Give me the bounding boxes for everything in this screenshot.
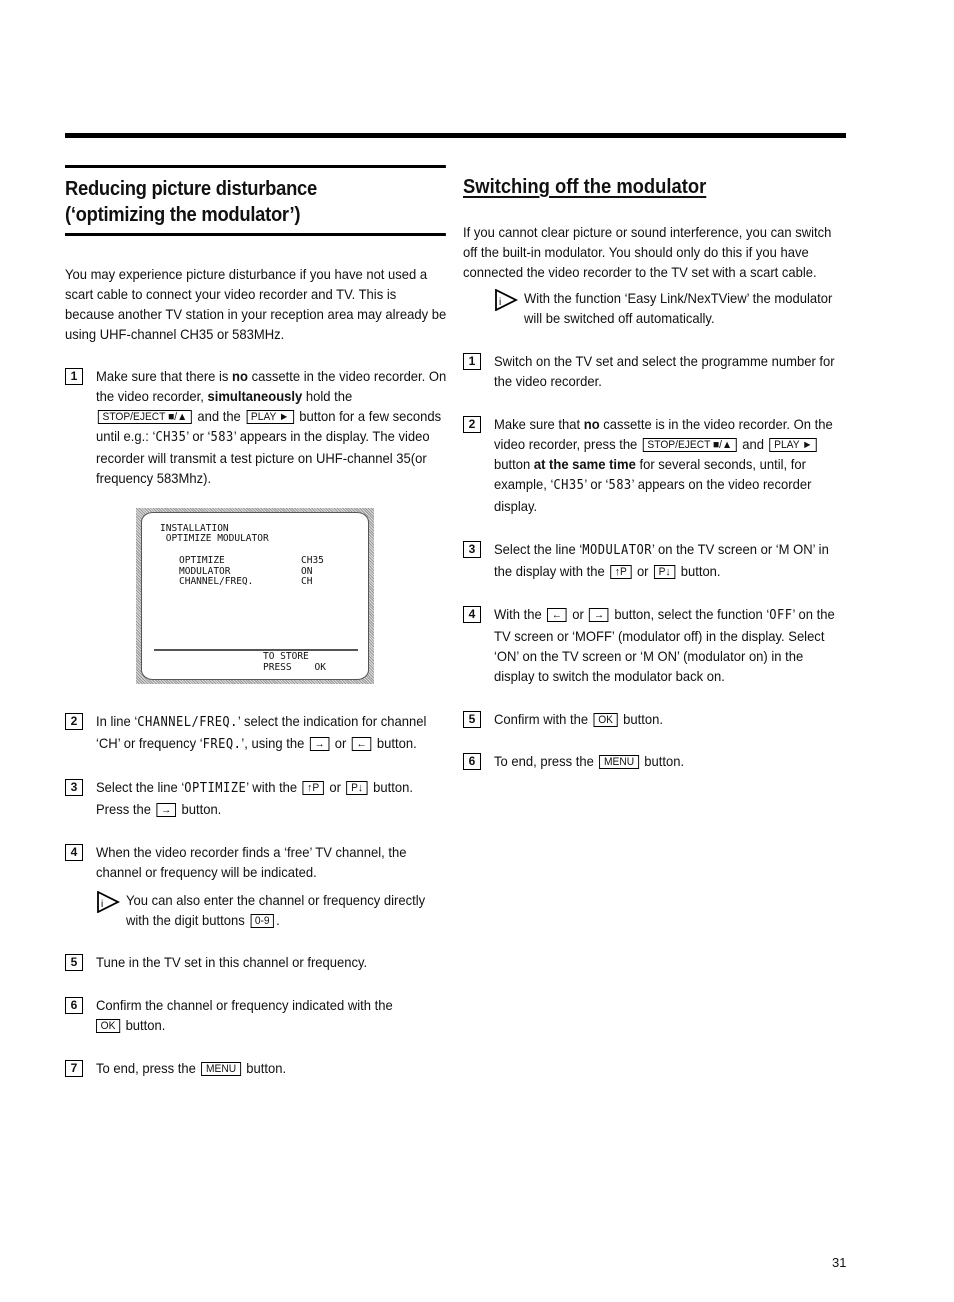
menu-key: MENU — [201, 1062, 241, 1076]
screen-subtitle: OPTIMIZE MODULATOR — [160, 533, 269, 544]
step-number: 3 — [65, 779, 83, 796]
step-number: 7 — [65, 1060, 83, 1077]
svg-text:i: i — [499, 297, 501, 308]
step-4: 4 With the ← or → button, select the fun… — [463, 604, 846, 686]
section-heading: Reducing picture disturbance (‘optimizin… — [65, 165, 446, 236]
program-down-key: P↓ — [654, 565, 676, 579]
step-number: 2 — [65, 713, 83, 730]
section-switch-off-modulator: Switching off the modulator If you canno… — [463, 165, 846, 771]
screen-row-label: OPTIMIZE — [179, 555, 225, 566]
top-rule — [65, 133, 846, 138]
section-heading: Switching off the modulator — [463, 176, 707, 198]
step-number: 4 — [65, 844, 83, 861]
step-6: 6 Confirm the channel or frequency indic… — [65, 995, 448, 1035]
screen-footer: PRESS OK — [263, 662, 326, 673]
intro-paragraph: If you cannot clear picture or sound int… — [463, 224, 832, 280]
right-arrow-key: → — [156, 803, 177, 817]
section-optimize-modulator: Reducing picture disturbance (‘optimizin… — [65, 165, 448, 1078]
step-5: 5 Tune in the TV set in this channel or … — [65, 952, 448, 972]
digit-keys: 0-9 — [250, 914, 275, 928]
step-2: 2 In line ‘CHANNEL/FREQ.’ select the ind… — [65, 711, 448, 755]
screen-row-label: CHANNEL/FREQ. — [179, 576, 254, 587]
svg-text:i: i — [101, 899, 103, 910]
step-3: 3 Select the line ‘OPTIMIZE’ with the ↑P… — [65, 777, 448, 819]
step-7: 7 To end, press the MENU button. — [65, 1058, 448, 1078]
step-number: 4 — [463, 606, 481, 623]
program-up-key: ↑P — [610, 565, 632, 579]
left-arrow-key: ← — [547, 608, 567, 622]
screen-row-value: CH — [301, 576, 313, 587]
page-number: 31 — [832, 1255, 847, 1270]
step-number: 6 — [65, 997, 83, 1014]
heading-line-1: Reducing picture disturbance — [65, 178, 317, 200]
step-number: 5 — [463, 711, 481, 728]
stop-eject-key: STOP/EJECT ■/▲ — [642, 438, 737, 452]
step-4: 4 When the video recorder finds a ‘free’… — [65, 842, 448, 930]
tv-screen-illustration: INSTALLATION OPTIMIZE MODULATOR OPTIMIZE… — [136, 508, 374, 684]
screen-divider — [154, 649, 358, 651]
step-2: 2 Make sure that no cassette is in the v… — [463, 414, 846, 516]
step-6: 6 To end, press the MENU button. — [463, 751, 846, 771]
step-5: 5 Confirm with the OK button. — [463, 709, 846, 729]
step-number: 1 — [463, 353, 481, 370]
stop-eject-key: STOP/EJECT ■/▲ — [97, 410, 192, 424]
step-1: 1 Make sure that there is no cassette in… — [65, 366, 448, 488]
step-3: 3 Select the line ‘MODULATOR’ on the TV … — [463, 539, 846, 581]
step-number: 5 — [65, 954, 83, 971]
play-key: PLAY ► — [246, 410, 294, 424]
left-arrow-key: ← — [351, 737, 372, 751]
info-note: i With the function ‘Easy Link/NexTView’… — [494, 288, 846, 328]
right-arrow-key: → — [309, 737, 330, 751]
ok-key: OK — [96, 1019, 121, 1033]
play-key: PLAY ► — [769, 438, 817, 452]
step-number: 3 — [463, 541, 481, 558]
ok-key: OK — [593, 713, 618, 727]
step-number: 1 — [65, 368, 83, 385]
step-1: 1 Switch on the TV set and select the pr… — [463, 351, 846, 391]
step-number: 6 — [463, 753, 481, 770]
screen-footer: TO STORE — [263, 651, 309, 662]
menu-key: MENU — [599, 755, 639, 769]
info-icon: i — [97, 891, 120, 913]
step-number: 2 — [463, 416, 481, 433]
program-up-key: ↑P — [302, 781, 324, 795]
heading-line-2: (‘optimizing the modulator’) — [65, 204, 301, 226]
info-icon: i — [495, 289, 518, 311]
info-note: i You can also enter the channel or freq… — [96, 890, 448, 930]
right-arrow-key: → — [589, 608, 609, 622]
screen-row-value: CH35 — [301, 555, 324, 566]
intro-paragraph: You may experience picture disturbance i… — [65, 266, 447, 342]
program-down-key: P↓ — [346, 781, 368, 795]
